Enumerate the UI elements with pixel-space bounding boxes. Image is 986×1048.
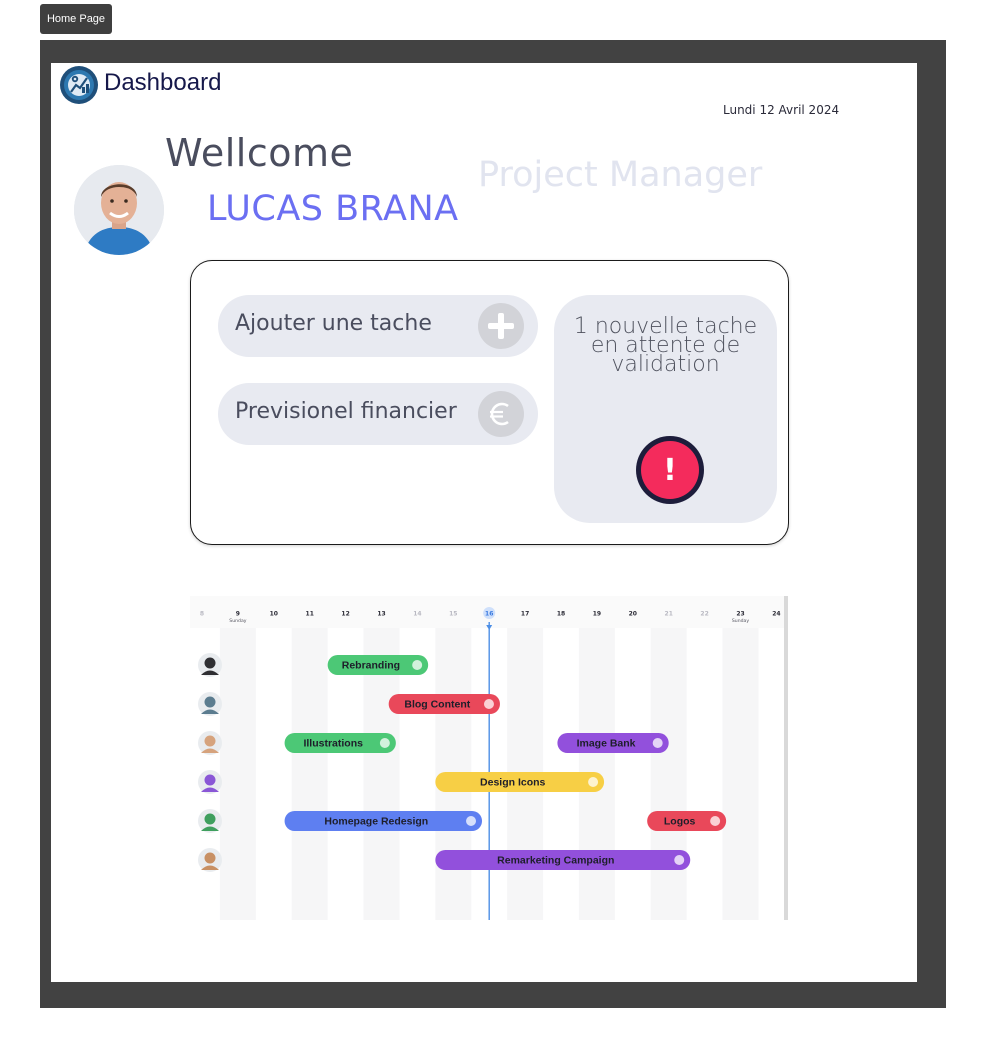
gantt-day-stripe [650, 628, 687, 920]
gantt-day-stripe [722, 628, 759, 920]
gantt-task-handle [652, 738, 663, 748]
actions-card: Ajouter une tache Previsionel financier … [190, 260, 789, 545]
gantt-day-label: 21 [665, 611, 673, 618]
gantt-task-label: Rebranding [342, 660, 400, 672]
user-avatar [74, 165, 164, 255]
gantt-day-label: 14 [413, 611, 421, 618]
gantt-avatar-head [204, 813, 216, 825]
gantt-task-label: Design Icons [480, 777, 546, 789]
user-role: Project Manager [478, 155, 763, 195]
gantt-day-label: 24 [772, 611, 780, 618]
gantt-day-stripe [291, 628, 328, 920]
gantt-avatar-head [204, 696, 216, 708]
user-name: LUCAS BRANA [207, 189, 459, 229]
device-frame: Dashboard Lundi 12 Avril 2024 Wellcome P… [40, 40, 946, 1008]
gantt-svg: 8 9Sunday10 11 12 13 14 15 16 17 18 19 20 21 22 23Sund… [190, 596, 788, 920]
page-title: Dashboard [104, 69, 222, 96]
gantt-day-label: 23 [736, 611, 744, 618]
gantt-day-label: 13 [377, 611, 385, 618]
gantt-task-handle [674, 855, 685, 865]
gantt-day-label: 9 [236, 611, 240, 618]
euro-icon [478, 391, 524, 437]
gantt-task-label: Remarketing Campaign [497, 855, 614, 867]
financial-forecast-label: Previsionel financier [235, 399, 457, 424]
gantt-task-label: Blog Content [404, 699, 470, 711]
gantt-avatar-head [204, 852, 216, 864]
gantt-day-label: 15 [449, 611, 457, 618]
gantt-day-label: 17 [521, 611, 529, 618]
gantt-task-handle [466, 816, 477, 826]
plus-icon [478, 303, 524, 349]
gantt-task-label: Logos [664, 816, 696, 828]
gantt-task-handle [379, 738, 390, 748]
gantt-scrollbar [784, 596, 788, 920]
gantt-day-label: 20 [629, 611, 637, 618]
gantt-day-stripe [219, 628, 256, 920]
dashboard-logo-icon [60, 66, 98, 104]
gantt-day-label: 18 [557, 611, 565, 618]
gantt-task-handle [710, 816, 721, 826]
add-task-label: Ajouter une tache [235, 311, 432, 336]
gantt-task-handle [588, 777, 599, 787]
add-task-button[interactable]: Ajouter une tache [218, 295, 538, 357]
gantt-day-label: 12 [341, 611, 349, 618]
pending-validation-panel: 1 nouvelle tache en attente de validatio… [554, 295, 777, 523]
gantt-day-label: 8 [200, 611, 204, 618]
gantt-day-label: 22 [700, 611, 708, 618]
gantt-avatar-head [204, 774, 216, 786]
gantt-task-label: Image Bank [577, 738, 636, 750]
financial-forecast-button[interactable]: Previsionel financier [218, 383, 538, 445]
gantt-task-handle [412, 660, 423, 670]
gantt-task-label: Illustrations [303, 738, 363, 750]
alert-button[interactable]: ! [636, 436, 704, 504]
dashboard-screen: Dashboard Lundi 12 Avril 2024 Wellcome P… [51, 63, 917, 982]
gantt-day-label: 11 [306, 611, 314, 618]
gantt-task-handle [483, 699, 494, 709]
gantt-day-label: 19 [593, 611, 601, 618]
gantt-task-label: Homepage Redesign [324, 816, 428, 828]
welcome-heading: Wellcome [165, 131, 354, 175]
gantt-chart: 8 9 Sunday 10 11 12 13 14 15 16 17 18 19 20 21 22 23 Sund… [190, 596, 788, 920]
current-date: Lundi 12 Avril 2024 [723, 103, 840, 117]
gantt-avatar-head [204, 657, 216, 669]
gantt-day-sublabel: Sunday [229, 618, 246, 624]
alert-icon: ! [641, 441, 699, 499]
pending-validation-text: 1 nouvelle tache en attente de validatio… [573, 314, 758, 377]
gantt-day-label: 16 [485, 611, 493, 618]
gantt-avatar-head [204, 735, 216, 747]
gantt-day-label: 10 [270, 611, 278, 618]
home-page-button[interactable]: Home Page [40, 4, 112, 34]
gantt-day-sublabel: Sunday [732, 618, 749, 624]
